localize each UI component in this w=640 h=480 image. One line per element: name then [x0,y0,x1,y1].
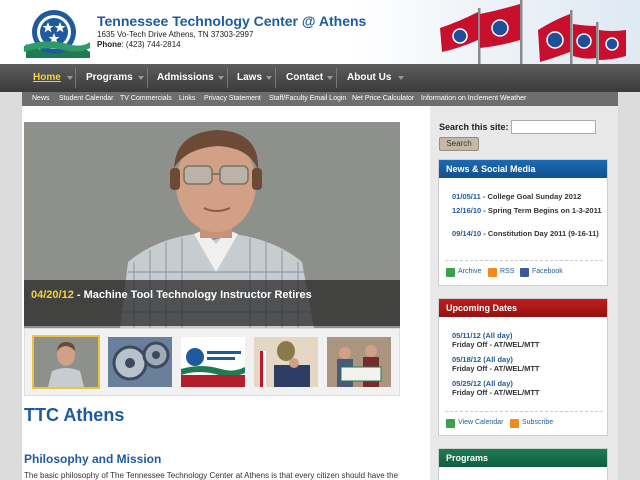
slide-date: 04/20/12 [31,289,74,301]
subnav-privacy-statement[interactable]: Privacy Statement [204,92,261,106]
subnav-staff-email-login[interactable]: Staff/Faculty Email Login [269,92,346,106]
slide-title: - Machine Tool Technology Instructor Ret… [73,289,312,301]
featured-slide[interactable]: 04/20/12 - Machine Tool Technology Instr… [24,122,400,328]
slide-thumbnail-strip [24,328,400,396]
chevron-down-icon[interactable] [398,76,404,80]
news-title: - Constitution Day 2011 (9-16-11) [481,229,599,238]
thumbnail-image [327,337,391,387]
upcoming-dates-box: Upcoming Dates 05/11/12 (All day) Friday … [438,298,608,436]
slide-thumbnail-1[interactable] [32,335,100,389]
tennessee-logo-icon[interactable] [24,8,90,58]
event-date: 05/11/12 (All day) [452,331,513,340]
phone-label: Phone [97,40,122,49]
news-title: - Spring Term Begins on 1-3-2011 [481,206,602,215]
nav-divider [75,68,76,88]
page-title: TTC Athens [24,405,125,425]
calendar-icon[interactable] [446,419,455,428]
news-date: 12/16/10 [452,206,482,215]
search-input[interactable] [511,120,596,134]
thumbnail-image [108,337,172,387]
event-item[interactable]: 05/11/12 (All day) Friday Off - AT/WEL/MT… [452,331,602,349]
chevron-down-icon[interactable] [327,76,333,80]
nav-contact[interactable]: Contact [286,64,323,92]
slide-caption-text[interactable]: 04/20/12 - Machine Tool Technology Instr… [31,289,312,301]
rss-icon[interactable] [488,268,497,277]
news-item[interactable]: 01/05/11 - College Goal Sunday 2012 [452,192,602,201]
view-calendar-link[interactable]: View Calendar [458,419,503,426]
event-title: Friday Off - AT/WEL/MTT [452,364,540,373]
nav-programs[interactable]: Programs [86,64,133,92]
nav-divider [227,68,228,88]
slide-thumbnail-5[interactable] [327,337,391,387]
thumbnail-image [34,337,98,387]
site-address: 1635 Vo-Tech Drive Athens, TN 37303-2997 [97,30,254,39]
rss-link[interactable]: RSS [500,268,514,275]
event-item[interactable]: 05/25/12 (All day) Friday Off - AT/WEL/MT… [452,379,602,397]
facebook-link[interactable]: Facebook [532,268,563,275]
section-title: Philosophy and Mission [24,452,162,466]
event-date: 05/18/12 (All day) [452,355,513,364]
slide-thumbnail-2[interactable] [108,337,172,387]
programs-box: Programs [438,448,608,480]
phone-number: : (423) 744-2814 [121,40,181,49]
divider [445,260,603,261]
site-header: Tennessee Technology Center @ Athens 163… [0,0,640,64]
subnav-net-price-calculator[interactable]: Net Price Calculator [352,92,414,106]
subnav-student-calendar[interactable]: Student Calendar [59,92,113,106]
search-button[interactable]: Search [439,137,479,151]
news-box: News & Social Media 01/05/11 - College G… [438,159,608,286]
news-date: 09/14/10 [452,229,482,238]
event-title: Friday Off - AT/WEL/MTT [452,388,540,397]
event-item[interactable]: 05/18/12 (All day) Friday Off - AT/WEL/MT… [452,355,602,373]
archive-icon[interactable] [446,268,455,277]
chevron-down-icon[interactable] [138,76,144,80]
news-item[interactable]: 09/14/10 - Constitution Day 2011 (9-16-1… [452,229,602,238]
nav-home[interactable]: Home [33,64,61,92]
thumbnail-image [181,337,245,387]
nav-divider [336,68,337,88]
chevron-down-icon[interactable] [218,76,224,80]
chevron-down-icon[interactable] [266,76,272,80]
secondary-nav: News Student Calendar TV Commercials Lin… [22,92,618,106]
subscribe-icon[interactable] [510,419,519,428]
facebook-icon[interactable] [520,268,529,277]
slide-thumbnail-4[interactable] [254,337,318,387]
news-date: 01/05/11 [452,192,481,201]
subnav-tv-commercials[interactable]: TV Commercials [120,92,172,106]
site-phone: Phone: (423) 744-2814 [97,40,181,49]
chevron-down-icon[interactable] [67,76,73,80]
thumbnail-image [254,337,318,387]
subscribe-link[interactable]: Subscribe [522,419,553,426]
main-nav: Home Programs Admissions Laws Contact Ab… [0,64,640,92]
mission-text: The basic philosophy of The Tennessee Te… [24,471,399,480]
nav-admissions[interactable]: Admissions [157,64,214,92]
event-date: 05/25/12 (All day) [452,379,513,388]
subnav-news[interactable]: News [32,92,50,106]
programs-box-title[interactable]: Programs [439,449,607,467]
nav-divider [147,68,148,88]
archive-link[interactable]: Archive [458,268,481,275]
slide-thumbnail-3[interactable] [181,337,245,387]
upcoming-dates-title: Upcoming Dates [439,299,607,317]
subnav-links[interactable]: Links [179,92,195,106]
nav-about-us[interactable]: About Us [347,64,391,92]
nav-divider [275,68,276,88]
site-title[interactable]: Tennessee Technology Center @ Athens [97,13,366,29]
news-item[interactable]: 12/16/10 - Spring Term Begins on 1-3-201… [452,206,602,215]
subnav-inclement-weather[interactable]: Information on Inclement Weather [421,92,526,106]
event-title: Friday Off - AT/WEL/MTT [452,340,540,349]
divider [445,411,603,412]
slide-caption[interactable]: 04/20/12 - Machine Tool Technology Instr… [24,280,400,326]
search-label: Search this site: [439,122,509,132]
tennessee-flags-banner [440,0,626,64]
news-box-title: News & Social Media [439,160,607,178]
nav-laws[interactable]: Laws [237,64,262,92]
news-title: - College Goal Sunday 2012 [480,192,582,201]
